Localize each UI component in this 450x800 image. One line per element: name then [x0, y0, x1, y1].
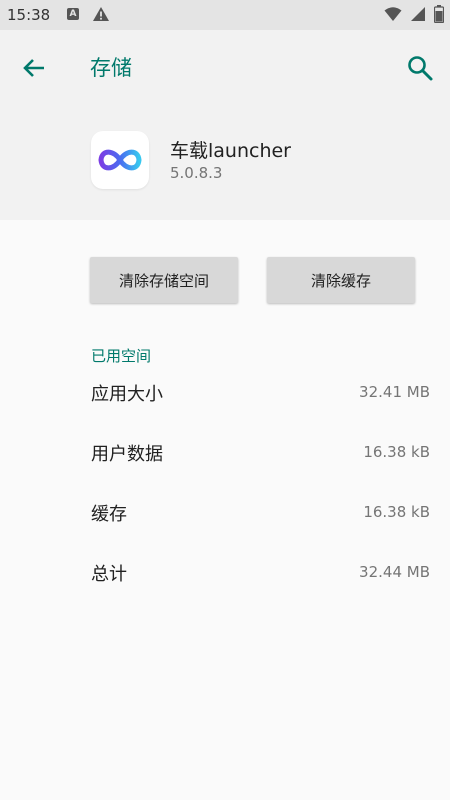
back-arrow-icon: [23, 59, 44, 77]
signal-icon: [410, 6, 426, 26]
storage-row-user-data: 用户数据 16.38 kB: [91, 440, 430, 470]
app-version: 5.0.8.3: [170, 164, 223, 182]
storage-row-total: 总计 32.44 MB: [91, 560, 430, 590]
status-bar: 15:38 A: [0, 0, 450, 30]
row-value: 32.44 MB: [359, 563, 430, 581]
status-time: 15:38: [7, 6, 51, 24]
app-header: 存储: [0, 30, 450, 220]
wifi-icon: [384, 6, 402, 26]
row-value: 32.41 MB: [359, 383, 430, 401]
back-button[interactable]: [18, 52, 50, 84]
app-name: 车载launcher: [170, 140, 291, 162]
section-title-used-space: 已用空间: [91, 347, 152, 365]
storage-row-app-size: 应用大小 32.41 MB: [91, 380, 430, 410]
notification-a-icon: A: [67, 8, 79, 20]
row-value: 16.38 kB: [363, 503, 430, 521]
row-label: 应用大小: [91, 384, 163, 405]
clear-storage-button[interactable]: 清除存储空间: [90, 257, 238, 303]
row-label: 用户数据: [91, 444, 163, 465]
row-label: 总计: [91, 564, 127, 585]
app-infinity-icon: [98, 149, 142, 171]
search-button[interactable]: [404, 52, 436, 84]
clear-cache-button[interactable]: 清除缓存: [267, 257, 415, 303]
row-label: 缓存: [91, 504, 127, 525]
battery-icon: [433, 5, 445, 27]
page-title: 存储: [90, 56, 132, 80]
app-icon: [91, 131, 149, 189]
warning-icon: [92, 6, 110, 26]
row-value: 16.38 kB: [363, 443, 430, 461]
storage-row-cache: 缓存 16.38 kB: [91, 500, 430, 530]
search-icon: [408, 56, 433, 81]
